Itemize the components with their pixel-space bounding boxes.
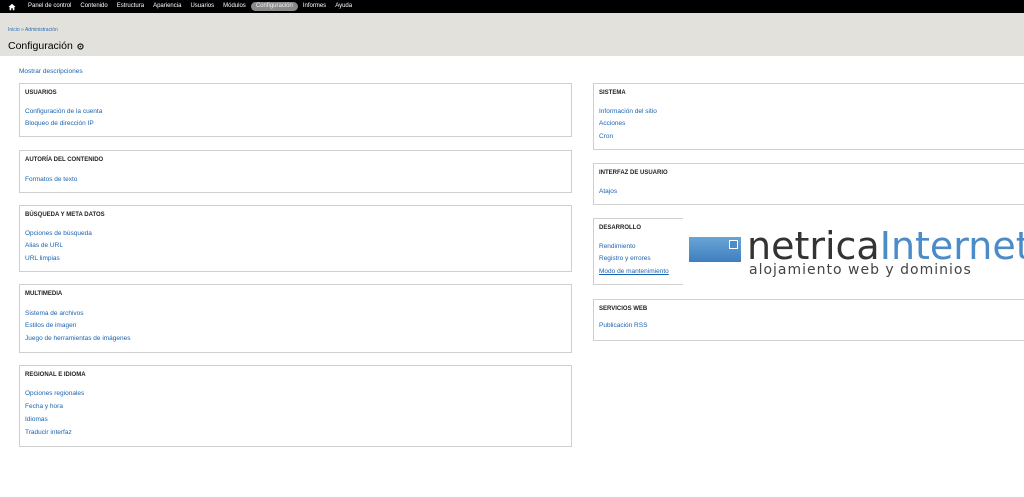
panel-title: REGIONAL E IDIOMA (25, 372, 86, 378)
breadcrumb[interactable]: Inicio » Administración (8, 27, 58, 33)
logo-tagline: alojamiento web y dominios (749, 262, 972, 278)
show-descriptions-link[interactable]: Mostrar descripciones (19, 68, 83, 75)
toolbar-item-structure[interactable]: Estructura (113, 2, 148, 11)
link-regional-options[interactable]: Opciones regionales (25, 390, 84, 397)
panel-user-interface: INTERFAZ DE USUARIO Atajos (593, 163, 1024, 205)
toolbar-item-content[interactable]: Contenido (76, 2, 111, 11)
link-languages[interactable]: Idiomas (25, 416, 48, 423)
panel-title: MULTIMEDIA (25, 291, 63, 297)
toolbar-item-help[interactable]: Ayuda (331, 2, 356, 11)
home-icon[interactable] (0, 0, 24, 13)
link-date-time[interactable]: Fecha y hora (25, 403, 63, 410)
link-account-settings[interactable]: Configuración de la cuenta (25, 108, 102, 115)
link-performance[interactable]: Rendimiento (599, 243, 636, 250)
link-cron[interactable]: Cron (599, 133, 613, 140)
panel-title: DESARROLLO (599, 225, 641, 231)
logo-wordmark: netricaInternet (747, 226, 1024, 266)
link-ip-blocking[interactable]: Bloqueo de dirección IP (25, 120, 94, 127)
panel-media: MULTIMEDIA Sistema de archivos Estilos d… (19, 284, 572, 353)
toolbar-item-users[interactable]: Usuarios (186, 2, 218, 11)
netrica-logo: netricaInternet alojamiento web y domini… (683, 218, 1024, 285)
link-translate-interface[interactable]: Traducir interfaz (25, 429, 72, 436)
panel-title: AUTORÍA DEL CONTENIDO (25, 157, 104, 163)
link-url-aliases[interactable]: Alias de URL (25, 242, 63, 249)
link-image-toolkit[interactable]: Juego de herramientas de imágenes (25, 335, 131, 342)
panel-title: BÚSQUEDA Y META DATOS (25, 212, 105, 218)
toolbar-item-reports[interactable]: Informes (299, 2, 330, 11)
link-text-formats[interactable]: Formatos de texto (25, 176, 77, 183)
panel-users: USUARIOS Configuración de la cuenta Bloq… (19, 83, 572, 137)
link-rss-publishing[interactable]: Publicación RSS (599, 322, 647, 329)
link-maintenance-mode[interactable]: Modo de mantenimiento (599, 268, 669, 275)
link-shortcuts[interactable]: Atajos (599, 188, 617, 195)
admin-toolbar: Panel de control Contenido Estructura Ap… (0, 0, 1024, 13)
toolbar-item-appearance[interactable]: Apariencia (149, 2, 185, 11)
panel-search-metadata: BÚSQUEDA Y META DATOS Opciones de búsque… (19, 205, 572, 272)
page-title: Configuración (8, 40, 73, 52)
logo-square-graphic (729, 240, 738, 249)
panel-title: SISTEMA (599, 90, 626, 96)
link-clean-urls[interactable]: URL limpias (25, 255, 60, 262)
shortcut-star-icon[interactable] (77, 43, 84, 50)
link-site-information[interactable]: Información del sitio (599, 108, 657, 115)
link-search-options[interactable]: Opciones de búsqueda (25, 230, 92, 237)
panel-regional-language: REGIONAL E IDIOMA Opciones regionales Fe… (19, 365, 572, 447)
link-image-styles[interactable]: Estilos de imagen (25, 322, 76, 329)
panel-title: USUARIOS (25, 90, 57, 96)
link-file-system[interactable]: Sistema de archivos (25, 310, 84, 317)
panel-system: SISTEMA Información del sitio Acciones C… (593, 83, 1024, 150)
toolbar-item-configuration[interactable]: Configuración (250, 2, 298, 11)
panel-content-authoring: AUTORÍA DEL CONTENIDO Formatos de texto (19, 150, 572, 193)
toolbar-item-modules[interactable]: Módulos (219, 2, 250, 11)
link-actions[interactable]: Acciones (599, 120, 625, 127)
panel-title: SERVICIOS WEB (599, 306, 648, 312)
page-header: Inicio » Administración Configuración (0, 13, 1024, 56)
panel-web-services: SERVICIOS WEB Publicación RSS (593, 299, 1024, 341)
panel-title: INTERFAZ DE USUARIO (599, 170, 668, 176)
link-logging-errors[interactable]: Registro y errores (599, 255, 651, 262)
toolbar-item-panel[interactable]: Panel de control (24, 2, 75, 11)
